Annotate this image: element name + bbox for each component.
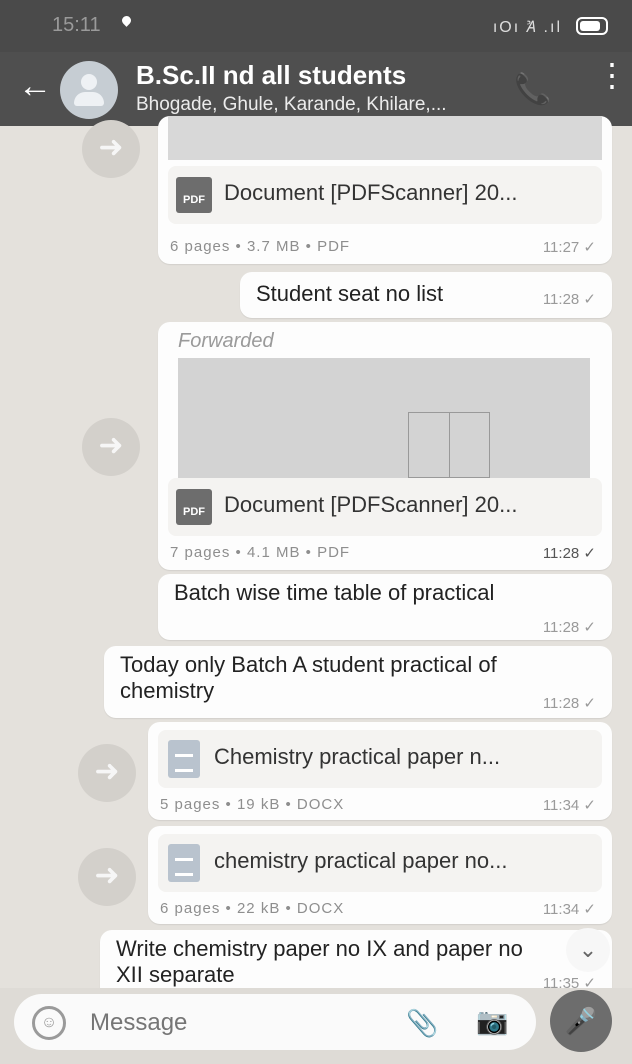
- pdf-icon: PDF: [176, 177, 212, 213]
- document-icon: [168, 740, 200, 778]
- scroll-to-bottom-button[interactable]: ⌄: [566, 928, 610, 972]
- message-bubble[interactable]: Student seat no list 11:28 ✓: [240, 272, 612, 318]
- message-bubble[interactable]: Write chemistry paper no IX and paper no…: [100, 930, 612, 992]
- status-icons: ıOı Ꞻ .ıl: [492, 19, 562, 36]
- message-time: 11:28 ✓: [542, 545, 596, 562]
- document-meta: 6 pages • 3.7 MB • PDF: [170, 238, 351, 255]
- message-time: 11:28 ✓: [542, 619, 596, 636]
- document-meta: 7 pages • 4.1 MB • PDF: [170, 544, 351, 561]
- document-name: chemistry practical paper no...: [214, 848, 508, 873]
- document-row[interactable]: Chemistry practical paper n...: [158, 730, 602, 788]
- message-text: Batch wise time table of practical: [174, 580, 495, 605]
- document-name: Document [PDFScanner] 20...: [224, 492, 518, 517]
- message-text: Write chemistry paper no IX and paper no…: [116, 936, 523, 987]
- group-avatar[interactable]: [60, 61, 118, 119]
- attach-icon[interactable]: 📎: [406, 1008, 438, 1039]
- chat-header: ← B.Sc.II nd all students Bhogade, Ghule…: [0, 52, 632, 126]
- group-members[interactable]: Bhogade, Ghule, Karande, Khilare,...: [136, 94, 447, 116]
- battery-icon: [576, 17, 608, 35]
- message-time: 11:34 ✓: [542, 901, 596, 918]
- message-input[interactable]: [88, 1008, 382, 1038]
- message-bubble[interactable]: Chemistry practical paper n... 5 pages •…: [148, 722, 612, 820]
- message-bubble[interactable]: chemistry practical paper no... 6 pages …: [148, 826, 612, 924]
- forward-icon[interactable]: ➜: [78, 744, 136, 802]
- message-text: Today only Batch A student practical of …: [120, 652, 497, 703]
- message-box[interactable]: ☺ 📎 📷: [14, 994, 536, 1050]
- message-time: 11:34 ✓: [542, 797, 596, 814]
- pdf-icon: PDF: [176, 489, 212, 525]
- document-row[interactable]: PDF Document [PDFScanner] 20...: [168, 478, 602, 536]
- document-preview[interactable]: [178, 358, 590, 478]
- message-bubble[interactable]: Forwarded PDF Document [PDFScanner] 20..…: [158, 322, 612, 570]
- message-bubble[interactable]: PDF Document [PDFScanner] 20... 6 pages …: [158, 116, 612, 264]
- chat-area[interactable]: ➜ PDF Document [PDFScanner] 20... 6 page…: [0, 116, 632, 992]
- message-time: 11:28 ✓: [542, 695, 596, 712]
- group-title[interactable]: B.Sc.II nd all students: [136, 60, 406, 91]
- forward-icon[interactable]: ➜: [82, 120, 140, 178]
- message-bubble[interactable]: Today only Batch A student practical of …: [104, 646, 612, 718]
- document-row[interactable]: chemistry practical paper no...: [158, 834, 602, 892]
- add-call-icon[interactable]: 📞: [514, 72, 551, 107]
- back-icon[interactable]: ←: [18, 66, 52, 106]
- message-time: 11:27 ✓: [542, 239, 596, 256]
- document-meta: 6 pages • 22 kB • DOCX: [160, 900, 345, 917]
- more-options-icon[interactable]: ⋮: [596, 59, 628, 91]
- forward-icon[interactable]: ➜: [78, 848, 136, 906]
- document-meta: 5 pages • 19 kB • DOCX: [160, 796, 345, 813]
- message-bubble[interactable]: Batch wise time table of practical 11:28…: [158, 574, 612, 640]
- mic-button[interactable]: 🎤: [550, 990, 612, 1052]
- emoji-icon[interactable]: ☺: [32, 1006, 66, 1040]
- message-text: Student seat no list: [256, 281, 444, 306]
- message-composer: ☺ 📎 📷 🎤: [0, 988, 632, 1064]
- camera-icon[interactable]: 📷: [476, 1006, 508, 1037]
- document-name: Document [PDFScanner] 20...: [224, 180, 518, 205]
- document-preview[interactable]: [168, 116, 602, 160]
- status-bar: 15:11 ıOı Ꞻ .ıl: [0, 0, 632, 52]
- document-row[interactable]: PDF Document [PDFScanner] 20...: [168, 166, 602, 224]
- forwarded-label: Forwarded: [178, 330, 274, 352]
- document-icon: [168, 844, 200, 882]
- forward-icon[interactable]: ➜: [82, 418, 140, 476]
- document-name: Chemistry practical paper n...: [214, 744, 501, 769]
- message-time: 11:28 ✓: [542, 291, 596, 308]
